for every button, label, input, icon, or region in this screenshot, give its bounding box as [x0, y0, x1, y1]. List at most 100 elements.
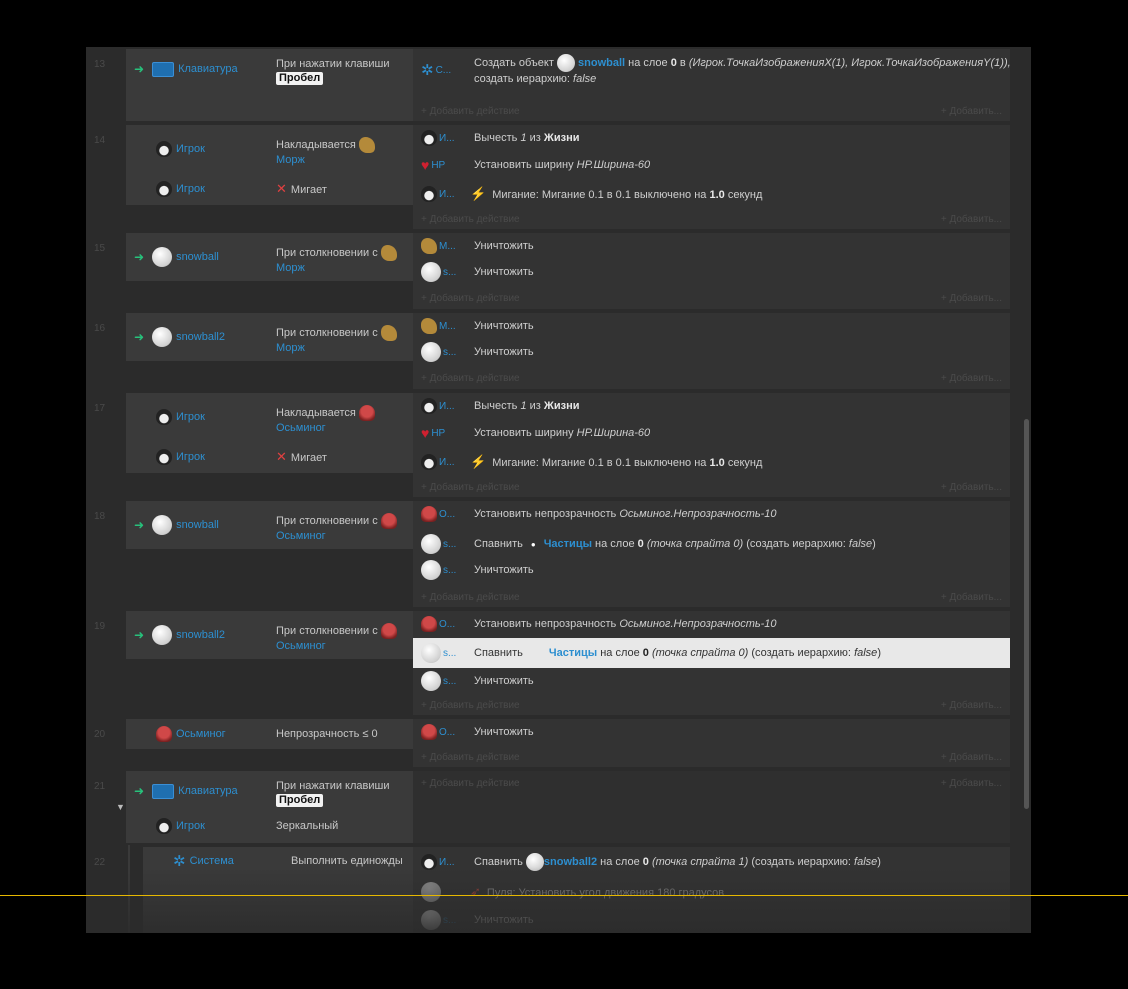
action-row[interactable]: s... Уничтожить	[413, 907, 1010, 933]
condition-row[interactable]: ➜ snowball При столкновении с Осьминог	[126, 505, 413, 545]
event-sheet[interactable]: 13 ➜ Клавиатура При нажатии клавиши Пробел…	[86, 47, 1031, 933]
add-action-row[interactable]: + Добавить действие + Добавить...	[413, 211, 1010, 229]
event-number: 22	[94, 857, 106, 868]
add-action-row[interactable]: + Добавить действие + Добавить...	[413, 749, 1010, 767]
action-text: Создать объект snowball на слое 0 в (Игр…	[474, 53, 1011, 87]
penguin-icon	[156, 449, 172, 465]
conditions: Игрок Накладывается Морж Игрок ✕ Мигает	[126, 125, 413, 205]
snowball-icon	[421, 643, 441, 663]
action-row[interactable]: И... Вычесть 1 из Жизни	[413, 393, 1010, 419]
octopus-icon	[380, 513, 397, 529]
actions: И... Вычесть 1 из Жизни ♥ HP Установить ш…	[413, 125, 1010, 229]
conditions: ➜ snowball При столкновении с Морж	[126, 233, 413, 281]
action-row[interactable]: s... Спавнить ● Частицы на слое 0 (точка с…	[413, 531, 1010, 557]
trigger-arrow-icon: ➜	[134, 518, 145, 532]
event-13[interactable]: 13 ➜ Клавиатура При нажатии клавиши Пробел…	[86, 47, 1011, 123]
action-row[interactable]: s... Уничтожить	[413, 668, 1010, 694]
condition-row[interactable]: ➜ snowball2 При столкновении с Осьминог	[126, 615, 413, 655]
condition-row[interactable]: Игрок Зеркальный	[126, 811, 413, 841]
condition-row[interactable]: Осьминог Непрозрачность ≤ 0	[126, 714, 413, 754]
action-row-selected[interactable]: s... Спавнить Частицы на слое 0 (точка сп…	[413, 638, 1010, 668]
collapse-arrow-icon[interactable]: ▼	[116, 802, 125, 812]
action-row[interactable]: О... Уничтожить	[413, 719, 1010, 745]
inverted-x-icon: ✕	[276, 449, 287, 464]
conditions: ➜ Клавиатура При нажатии клавиши Пробел Иг…	[126, 771, 413, 843]
flash-icon: ⚡	[470, 454, 487, 469]
event-22[interactable]: 22 ✲ Система Выполнить единожды И... Спав…	[86, 845, 1010, 933]
octopus-icon	[380, 623, 397, 639]
event-19[interactable]: 19 ➜ snowball2 При столкновении с Осьмино…	[86, 609, 1010, 717]
actions: М... Уничтожить s... Уничтожить + Добави…	[413, 313, 1010, 389]
action-row[interactable]: И... ⚡ Мигание: Мигание 0.1 в 0.1 выключе…	[413, 449, 1010, 475]
penguin-icon	[156, 181, 172, 197]
condition-row[interactable]: ✲ Система Выполнить единожды	[143, 841, 413, 881]
action-row[interactable]: М... Уничтожить	[413, 313, 1010, 339]
add-action-row[interactable]: + Добавить действие + Добавить...	[413, 589, 1010, 607]
conditions: ✲ Система Выполнить единожды	[143, 847, 413, 933]
add-action-row[interactable]: + Добавить действие + Добавить...	[413, 370, 1010, 388]
event-number: 18	[94, 511, 106, 522]
bullet-icon: ➶	[470, 884, 481, 899]
event-number: 17	[94, 403, 106, 414]
condition-row[interactable]: ➜ snowball2 При столкновении с Морж	[126, 317, 413, 357]
action-row[interactable]: ♥ HP Установить ширину HP.Ширина-60	[413, 420, 1010, 446]
event-16[interactable]: 16 ➜ snowball2 При столкновении с Морж М.…	[86, 311, 1010, 391]
action-row[interactable]: И... Вычесть 1 из Жизни	[413, 125, 1010, 151]
action-row[interactable]: s... Уничтожить	[413, 259, 1010, 285]
event-15[interactable]: 15 ➜ snowball При столкновении с Морж М..…	[86, 231, 1010, 311]
snowball-icon	[152, 247, 173, 267]
snowball-icon	[152, 515, 173, 535]
walrus-icon	[421, 238, 437, 254]
condition-row[interactable]: ➜ Клавиатура При нажатии клавиши Пробел	[126, 771, 413, 811]
actions: И... Вычесть 1 из Жизни ♥ HP Установить ш…	[413, 393, 1010, 497]
vertical-scrollbar[interactable]	[1024, 419, 1029, 809]
add-action-row[interactable]: + Добавить действие + Добавить...	[413, 697, 1010, 715]
walrus-icon	[380, 325, 397, 341]
octopus-icon	[358, 405, 375, 421]
event-17[interactable]: 17 Игрок Накладывается Осьминог Игрок ✕ М…	[86, 391, 1010, 499]
penguin-icon	[421, 398, 437, 414]
condition-row[interactable]: ➜ snowball При столкновении с Морж	[126, 237, 413, 277]
action-row[interactable]: И... ⚡ Мигание: Мигание 0.1 в 0.1 выключе…	[413, 181, 1010, 207]
trigger-arrow-icon: ➜	[134, 62, 145, 76]
condition-row[interactable]: Игрок Накладывается Осьминог	[126, 397, 413, 437]
trigger-arrow-icon: ➜	[134, 250, 145, 264]
snowball-icon	[421, 534, 441, 554]
octopus-icon	[156, 726, 172, 742]
action-row[interactable]: ♥ HP Установить ширину HP.Ширина-60	[413, 152, 1010, 178]
add-action-row[interactable]: + Добавить действие + Добавить...	[413, 479, 1010, 497]
penguin-icon	[421, 854, 437, 870]
snowball-icon	[421, 910, 441, 930]
action-row[interactable]: ✲ С... Создать объект snowball на слое 0 …	[413, 53, 1011, 87]
event-14[interactable]: 14 Игрок Накладывается Морж Игрок ✕ Мигае…	[86, 123, 1010, 231]
action-row[interactable]: М... Уничтожить	[413, 233, 1010, 259]
add-action-row[interactable]: + Добавить действие + Добавить...	[413, 290, 1010, 308]
action-row[interactable]: О... Установить непрозрачность Осьминог.…	[413, 501, 1010, 527]
action-row[interactable]: О... Установить непрозрачность Осьминог.…	[413, 611, 1010, 637]
action-row[interactable]: ➶ Пуля: Установить угол движения 180 град…	[413, 879, 1010, 905]
condition-row[interactable]: Игрок Накладывается Морж	[126, 129, 413, 169]
actions: + Добавить действие + Добавить...	[413, 771, 1010, 843]
event-20[interactable]: 20 Осьминог Непрозрачность ≤ 0 О... Унич…	[86, 717, 1010, 769]
snowball-icon	[421, 342, 441, 362]
actions: М... Уничтожить s... Уничтожить + Добави…	[413, 233, 1010, 309]
event-number: 21	[94, 781, 106, 792]
walrus-icon	[380, 245, 397, 261]
add-action-row[interactable]: + Добавить действие + Добавить...	[413, 103, 1010, 121]
condition-row[interactable]: Игрок ✕ Мигает	[126, 169, 413, 209]
key-badge: Пробел	[276, 72, 324, 85]
condition-row[interactable]: ➜ Клавиатура При нажатии клавиши Пробел	[126, 49, 413, 89]
event-18[interactable]: 18 ➜ snowball При столкновении с Осьминог…	[86, 499, 1010, 609]
event-21[interactable]: 21 ➜ Клавиатура При нажатии клавиши Пробел…	[86, 769, 1010, 845]
keyboard-icon	[152, 783, 175, 799]
condition-row[interactable]: Игрок ✕ Мигает	[126, 437, 413, 477]
conditions: ➜ snowball2 При столкновении с Осьминог	[126, 611, 413, 659]
event-number: 19	[94, 621, 106, 632]
action-row[interactable]: s... Уничтожить	[413, 339, 1010, 365]
action-row[interactable]: И... Спавнить snowball2 на слое 0 (точка…	[413, 849, 1010, 875]
add-action-row[interactable]: + Добавить действие + Добавить...	[413, 775, 1010, 793]
heart-icon: ♥	[421, 157, 430, 173]
penguin-icon	[156, 141, 172, 157]
action-row[interactable]: s... Уничтожить	[413, 557, 1010, 583]
event-number: 15	[94, 243, 106, 254]
